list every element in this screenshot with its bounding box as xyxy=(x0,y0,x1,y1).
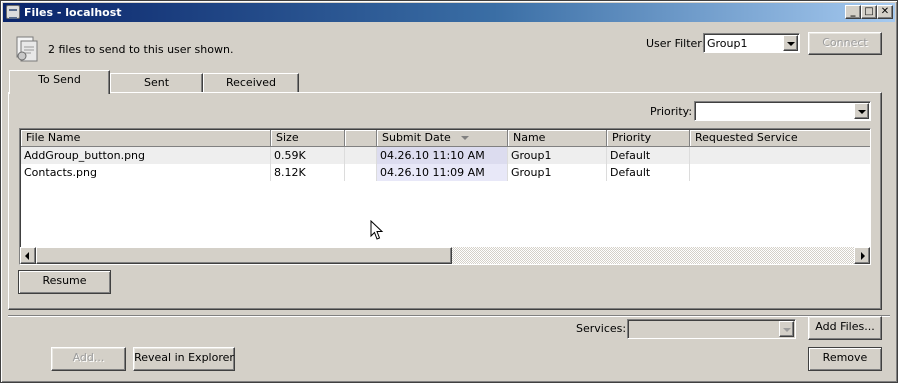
add-files-button[interactable]: Add Files... xyxy=(808,316,882,340)
chevron-down-icon[interactable] xyxy=(779,321,794,337)
table-row[interactable]: Contacts.png 8.12K 04.26.10 11:09 AM Gro… xyxy=(21,164,870,181)
tab-to-send[interactable]: To Send xyxy=(9,70,110,94)
title-bar[interactable]: Files - localhost xyxy=(3,3,895,22)
cell-name: Group1 xyxy=(508,147,607,164)
file-transfer-icon xyxy=(16,36,38,62)
cell-size: 0.59K xyxy=(271,147,345,164)
tab-sent[interactable]: Sent xyxy=(110,73,203,93)
cell-blank xyxy=(345,147,377,164)
user-filter-dropdown[interactable]: Group1 xyxy=(703,33,800,53)
tab-received[interactable]: Received xyxy=(203,73,299,93)
user-filter-label: User Filter: xyxy=(646,37,706,50)
user-filter-value: Group1 xyxy=(707,37,748,50)
status-text: 2 files to send to this user shown. xyxy=(48,43,234,56)
maximize-button[interactable]: □ xyxy=(861,5,877,19)
column-header-submit-date[interactable]: Submit Date xyxy=(377,130,508,147)
column-header-blank[interactable] xyxy=(345,130,377,147)
cell-requested-service xyxy=(690,147,870,164)
resume-button[interactable]: Resume xyxy=(18,270,111,294)
cell-requested-service xyxy=(690,164,870,181)
chevron-down-icon[interactable] xyxy=(854,103,869,119)
column-header-priority[interactable]: Priority xyxy=(607,130,690,147)
scroll-right-icon[interactable] xyxy=(854,247,870,264)
sort-descending-icon xyxy=(460,136,469,140)
services-label: Services: xyxy=(576,322,627,335)
column-header-size[interactable]: Size xyxy=(271,130,345,147)
window-title: Files - localhost xyxy=(24,6,122,19)
column-header-file-name[interactable]: File Name xyxy=(21,130,271,147)
scroll-left-icon[interactable] xyxy=(20,247,36,264)
reveal-in-explorer-button[interactable]: Reveal in Explorer xyxy=(133,347,235,371)
remove-button[interactable]: Remove xyxy=(808,347,882,371)
connect-button[interactable]: Connect xyxy=(808,32,882,55)
column-header-name[interactable]: Name xyxy=(508,130,607,147)
divider xyxy=(8,315,890,317)
services-dropdown[interactable] xyxy=(627,319,796,339)
chevron-down-icon[interactable] xyxy=(783,35,798,51)
files-table[interactable]: File Name Size Submit Date Name Priority… xyxy=(19,128,871,265)
cell-priority: Default xyxy=(607,164,690,181)
cell-size: 8.12K xyxy=(271,164,345,181)
priority-dropdown[interactable] xyxy=(694,101,871,121)
cell-file-name: Contacts.png xyxy=(21,164,271,181)
horizontal-scrollbar[interactable] xyxy=(20,247,870,264)
cell-file-name: AddGroup_button.png xyxy=(21,147,271,164)
cell-priority: Default xyxy=(607,147,690,164)
minimize-button[interactable]: _ xyxy=(845,5,861,19)
cell-submit-date: 04.26.10 11:09 AM xyxy=(377,164,508,181)
files-window-icon xyxy=(6,5,20,19)
cell-submit-date: 04.26.10 11:10 AM xyxy=(377,147,508,164)
scrollbar-thumb[interactable] xyxy=(36,247,452,264)
mouse-pointer-icon xyxy=(370,220,384,240)
column-header-submit-date-label: Submit Date xyxy=(382,131,451,144)
add-button[interactable]: Add... xyxy=(51,347,126,371)
cell-name: Group1 xyxy=(508,164,607,181)
table-row[interactable]: AddGroup_button.png 0.59K 04.26.10 11:10… xyxy=(21,147,870,164)
column-header-requested-service[interactable]: Requested Service xyxy=(690,130,870,147)
close-button[interactable]: ✕ xyxy=(877,5,893,19)
cell-blank xyxy=(345,164,377,181)
priority-label: Priority: xyxy=(650,105,693,118)
